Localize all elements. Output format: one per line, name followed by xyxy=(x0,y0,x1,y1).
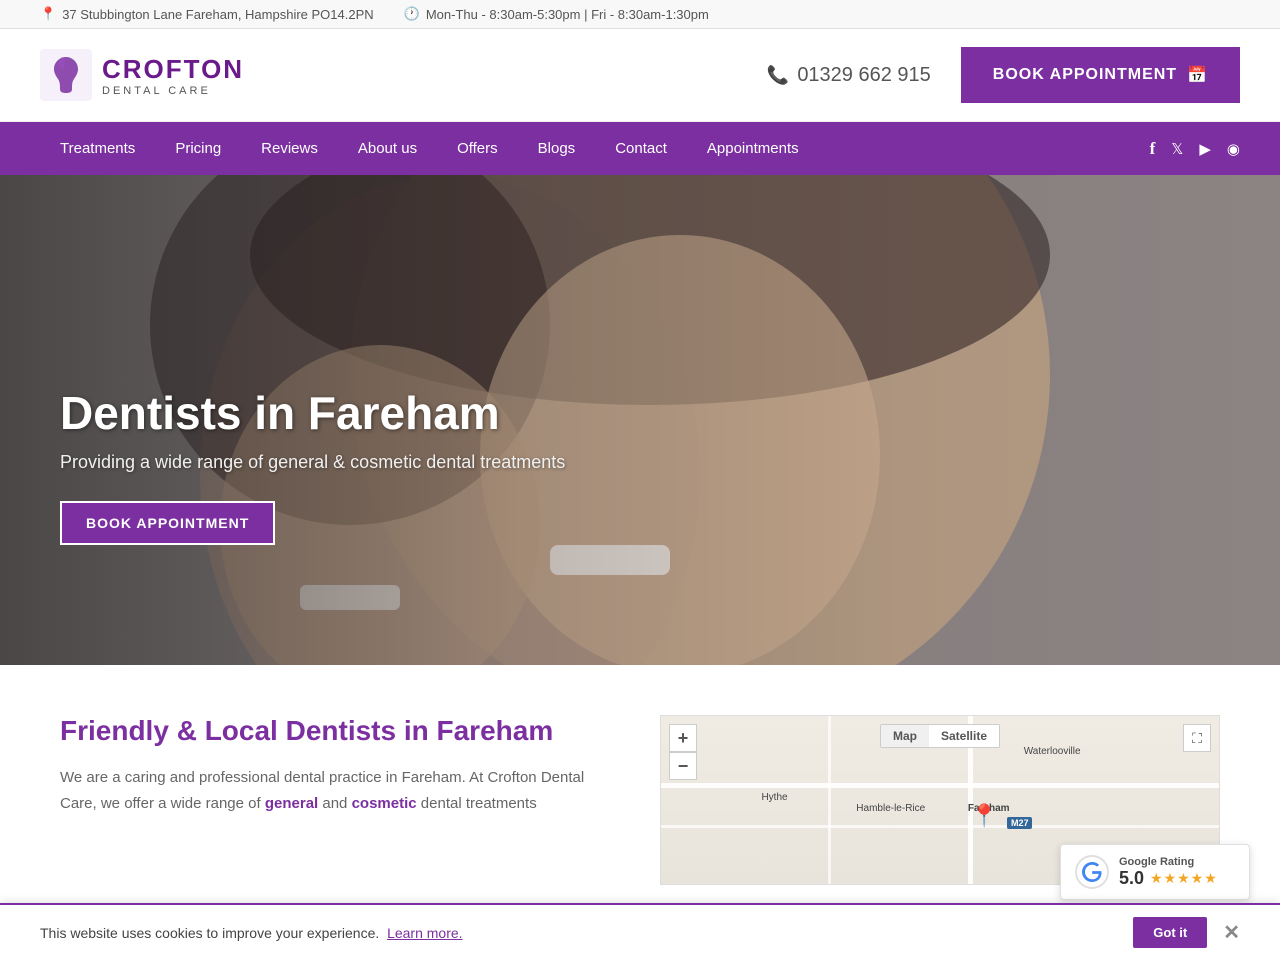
phone-number: 01329 662 915 xyxy=(797,64,930,87)
header-book-button[interactable]: BOOK APPOINTMENT 📅 xyxy=(961,47,1240,103)
hero-book-button[interactable]: BOOK APPOINTMENT xyxy=(60,501,275,545)
below-text-part2: dental treatments xyxy=(417,795,537,812)
nav-item-blogs[interactable]: Blogs xyxy=(518,122,596,175)
cookie-close-button[interactable]: ✕ xyxy=(1223,920,1240,945)
twitter-icon[interactable]: 𝕏 xyxy=(1171,140,1183,158)
below-text-highlight1: general xyxy=(265,795,318,812)
below-text-and: and xyxy=(318,795,351,812)
header: CROFTON DENTAL CARE 📞 01329 662 915 BOOK… xyxy=(0,29,1280,122)
satellite-btn[interactable]: Satellite xyxy=(929,725,999,747)
below-text: We are a caring and professional dental … xyxy=(60,765,620,816)
logo-brand: CROFTON xyxy=(102,54,244,85)
address-text: 37 Stubbington Lane Fareham, Hampshire P… xyxy=(62,7,373,22)
map-road-h2 xyxy=(661,825,1219,828)
google-rating-score: 5.0 xyxy=(1119,868,1144,889)
map-label-hamble: Hamble-le-Rice xyxy=(856,803,925,814)
instagram-icon[interactable]: ◉ xyxy=(1227,140,1240,158)
google-logo xyxy=(1075,855,1109,889)
hero-title: Dentists in Fareham xyxy=(60,386,565,440)
address-item: 📍 37 Stubbington Lane Fareham, Hampshire… xyxy=(40,6,374,22)
map-road-v2 xyxy=(828,716,831,884)
map-type-buttons: Map Satellite xyxy=(880,724,1000,748)
map-road-h1 xyxy=(661,783,1219,788)
cookie-message: This website uses cookies to improve you… xyxy=(40,925,379,941)
youtube-icon[interactable]: ▶ xyxy=(1199,140,1211,158)
cookie-accept-button[interactable]: Got it xyxy=(1133,917,1207,948)
header-right: 📞 01329 662 915 BOOK APPOINTMENT 📅 xyxy=(767,47,1240,103)
google-rating-stars: ★★★★★ xyxy=(1150,870,1218,887)
hours-text: Mon-Thu - 8:30am-5:30pm | Fri - 8:30am-1… xyxy=(426,7,709,22)
logo[interactable]: CROFTON DENTAL CARE xyxy=(40,49,244,101)
nav-item-pricing[interactable]: Pricing xyxy=(155,122,241,175)
hero-section: Dentists in Fareham Providing a wide ran… xyxy=(0,175,1280,665)
map-btn[interactable]: Map xyxy=(881,725,929,747)
below-heading: Friendly & Local Dentists in Fareham xyxy=(60,715,620,747)
book-btn-label: BOOK APPOINTMENT xyxy=(993,66,1177,84)
phone-block[interactable]: 📞 01329 662 915 xyxy=(767,64,931,87)
nav-item-appointments[interactable]: Appointments xyxy=(687,122,819,175)
nav-item-treatments[interactable]: Treatments xyxy=(40,122,155,175)
nav-item-offers[interactable]: Offers xyxy=(437,122,518,175)
logo-icon xyxy=(40,49,92,101)
top-bar: 📍 37 Stubbington Lane Fareham, Hampshire… xyxy=(0,0,1280,29)
nav-item-contact[interactable]: Contact xyxy=(595,122,687,175)
below-text-highlight2: cosmetic xyxy=(352,795,417,812)
hero-content: Dentists in Fareham Providing a wide ran… xyxy=(60,386,565,545)
logo-sub: DENTAL CARE xyxy=(102,85,244,97)
nav-item-reviews[interactable]: Reviews xyxy=(241,122,338,175)
cookie-text: This website uses cookies to improve you… xyxy=(40,925,1133,941)
logo-text: CROFTON DENTAL CARE xyxy=(102,54,244,97)
hero-book-btn-label: BOOK APPOINTMENT xyxy=(86,515,249,531)
location-icon: 📍 xyxy=(40,6,56,22)
below-left: Friendly & Local Dentists in Fareham We … xyxy=(60,715,620,895)
nav-item-about[interactable]: About us xyxy=(338,122,437,175)
zoom-in-button[interactable]: + xyxy=(669,724,697,752)
nav-social: f 𝕏 ▶ ◉ xyxy=(1150,139,1240,159)
map-zoom-controls: + − xyxy=(669,724,697,780)
calendar-icon: 📅 xyxy=(1187,65,1208,85)
cookie-banner: This website uses cookies to improve you… xyxy=(0,903,1280,960)
map-label-waterlooville: Waterlooville xyxy=(1024,746,1081,757)
main-nav: Treatments Pricing Reviews About us Offe… xyxy=(0,122,1280,175)
clock-icon: 🕐 xyxy=(404,6,420,22)
hours-item: 🕐 Mon-Thu - 8:30am-5:30pm | Fri - 8:30am… xyxy=(404,6,709,22)
phone-icon: 📞 xyxy=(767,65,789,86)
map-label-m27: M27 xyxy=(1007,817,1033,829)
nav-links: Treatments Pricing Reviews About us Offe… xyxy=(40,122,819,175)
cookie-actions: Got it ✕ xyxy=(1133,917,1240,948)
google-rating-info: Google Rating 5.0 ★★★★★ xyxy=(1119,856,1218,889)
facebook-icon[interactable]: f xyxy=(1150,139,1156,159)
google-rating-label: Google Rating xyxy=(1119,856,1218,868)
cookie-learn-more-link[interactable]: Learn more. xyxy=(387,925,462,941)
map-pin: 📍 xyxy=(971,803,998,829)
hero-subtitle: Providing a wide range of general & cosm… xyxy=(60,452,565,473)
google-rating-widget: Google Rating 5.0 ★★★★★ xyxy=(1060,844,1250,900)
map-label-hythe: Hythe xyxy=(761,792,787,803)
zoom-out-button[interactable]: − xyxy=(669,752,697,780)
map-expand-button[interactable]: ⛶ xyxy=(1183,724,1211,752)
